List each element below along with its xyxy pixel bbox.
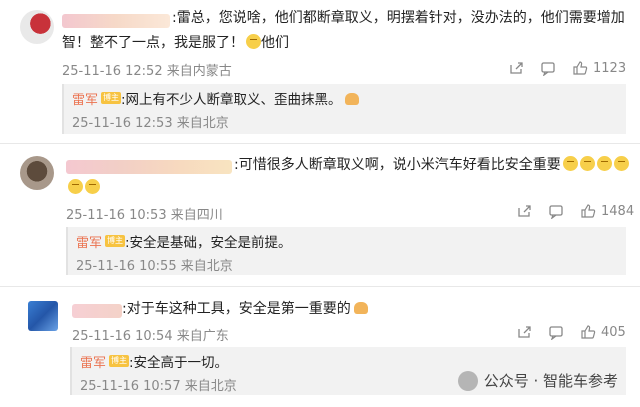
emoji-icon xyxy=(562,156,578,171)
comment-text: :雷总，您说啥，他们都断章取义，明摆着针对，没办法的，他们需要增加 xyxy=(172,10,625,26)
share-icon[interactable] xyxy=(516,324,532,340)
thumb-up-icon xyxy=(581,325,596,339)
comment-icon[interactable] xyxy=(548,324,564,340)
thumb-up-icon xyxy=(573,61,588,75)
comment-meta: 25-11-16 10:53 来自四川 xyxy=(66,208,223,223)
like-button[interactable]: 1484 xyxy=(580,203,634,219)
fold-hands-emoji-icon xyxy=(344,93,359,105)
reply-text: :安全是基础，安全是前提。 xyxy=(125,235,292,251)
reply-author[interactable]: 雷军 xyxy=(72,89,98,108)
commenter-name-blurred[interactable] xyxy=(66,160,232,174)
reply-meta: 25-11-16 12:53 来自北京 xyxy=(72,116,229,131)
share-icon[interactable] xyxy=(516,203,532,219)
comment-meta: 25-11-16 10:54 来自广东 xyxy=(72,329,229,344)
commenter-avatar[interactable] xyxy=(20,10,54,44)
wechat-logo-icon xyxy=(457,370,478,391)
reply-author[interactable]: 雷军 xyxy=(76,232,102,251)
like-count: 405 xyxy=(601,324,626,340)
divider xyxy=(0,286,640,287)
reply-text: :网上有不少人断章取义、歪曲抹黑。 xyxy=(121,88,359,108)
reply-meta: 25-11-16 10:57 来自北京 xyxy=(80,379,237,394)
blogger-badge: 博主 xyxy=(109,355,129,367)
like-count: 1123 xyxy=(593,60,627,76)
comment-text-cont: 智！整不了一点，我是服了！ 他们 xyxy=(62,34,289,51)
blogger-badge: 博主 xyxy=(105,235,125,247)
commenter-avatar[interactable] xyxy=(28,301,58,331)
comment-text-cont xyxy=(66,177,100,199)
divider xyxy=(0,143,640,144)
comment-text: :可惜很多人断章取义啊，说小米汽车好看比安全重要 xyxy=(234,154,629,176)
smile-emoji-icon xyxy=(246,34,261,49)
reply-author[interactable]: 雷军 xyxy=(80,352,106,371)
commenter-avatar[interactable] xyxy=(20,156,54,190)
reply-text: :安全高于一切。 xyxy=(129,355,229,371)
emoji-icon xyxy=(579,156,595,171)
commenter-name-blurred[interactable] xyxy=(62,14,170,28)
reply-meta: 25-11-16 10:55 来自北京 xyxy=(76,259,233,274)
comment-meta: 25-11-16 12:52 来自内蒙古 xyxy=(62,64,232,79)
watermark-text: 公众号 · 智能车参考 xyxy=(483,372,618,390)
emoji-icon xyxy=(68,179,83,194)
emoji-icon xyxy=(85,179,100,194)
comment-icon[interactable] xyxy=(540,60,556,76)
commenter-name-blurred[interactable] xyxy=(72,304,122,318)
blogger-badge: 博主 xyxy=(101,92,121,104)
comment-text: :对于车这种工具，安全是第一重要的 xyxy=(122,298,368,320)
like-button[interactable]: 405 xyxy=(580,324,626,340)
like-count: 1484 xyxy=(601,203,635,219)
watermark: 公众号 · 智能车参考 xyxy=(457,370,618,391)
share-icon[interactable] xyxy=(508,60,524,76)
thumb-up-icon xyxy=(581,204,596,218)
emoji-icon xyxy=(613,156,629,171)
like-button[interactable]: 1123 xyxy=(572,60,626,76)
comment-icon[interactable] xyxy=(548,203,564,219)
emoji-icon xyxy=(596,156,612,171)
fold-hands-emoji-icon xyxy=(353,302,368,314)
